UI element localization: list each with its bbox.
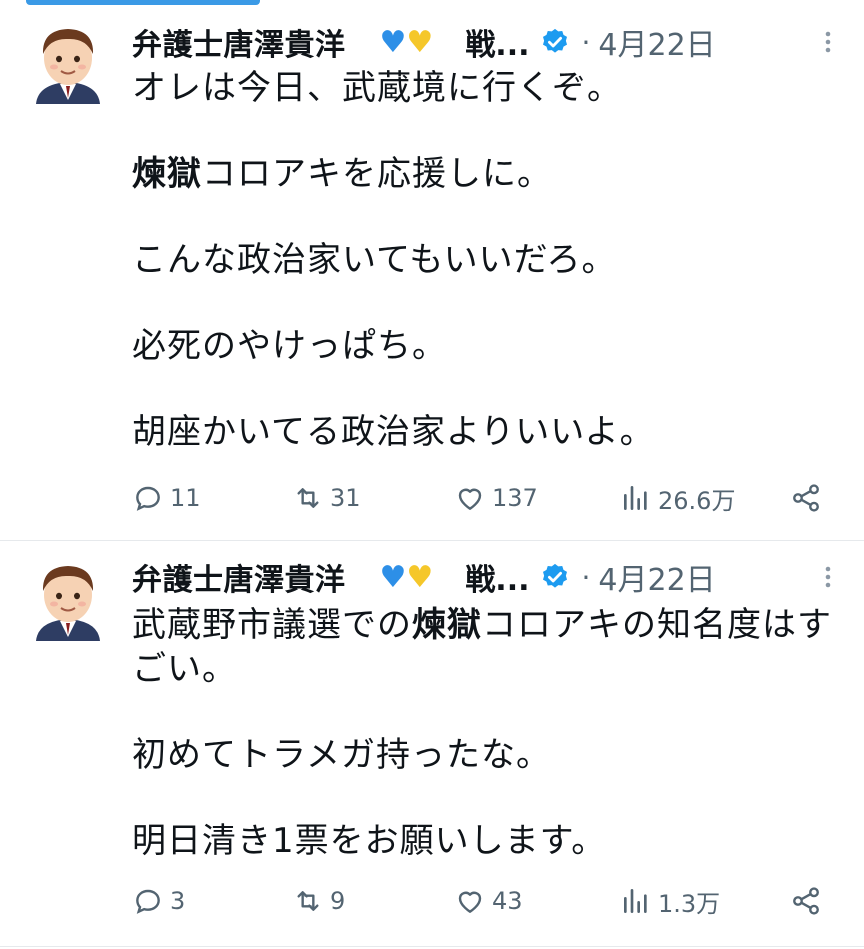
reply-icon xyxy=(136,889,160,914)
retweet-icon xyxy=(297,891,319,911)
views-button[interactable]: 1.3万 xyxy=(620,884,720,919)
like-count: 43 xyxy=(492,887,523,915)
separator-dot: · xyxy=(581,25,591,59)
tweet-header: 弁護士唐澤貴洋 ♥♥ 戦... · 4月22日 xyxy=(132,20,844,64)
like-icon xyxy=(458,891,482,913)
reply-button[interactable]: 3 xyxy=(132,885,185,917)
views-icon xyxy=(624,889,647,913)
reply-count: 11 xyxy=(170,484,201,512)
heart-emojis-icon: ♥♥ xyxy=(379,559,434,595)
views-count: 1.3万 xyxy=(658,889,721,918)
tweet-text-span: コロアキを応援しに。 xyxy=(202,154,552,194)
views-icon xyxy=(624,486,647,510)
tweet-paragraph: 胡座かいてる政治家よりいいよ。 xyxy=(132,412,655,452)
tweet-actions: 3 9 43 1.3万 xyxy=(132,881,844,921)
like-button[interactable]: 137 xyxy=(454,482,538,514)
share-button[interactable] xyxy=(790,482,822,514)
tweet-text: 武蔵野市議選での煉獄コロアキの知名度はすごい。 初めてトラメガ持ったな。 明日清… xyxy=(132,603,852,863)
tweet-date[interactable]: 4月22日 xyxy=(598,20,715,64)
author-name[interactable]: 弁護士唐澤貴洋 xyxy=(132,555,346,599)
bold-text: 煉獄 xyxy=(412,605,482,645)
more-icon[interactable] xyxy=(818,28,838,56)
tweet-paragraph: 初めてトラメガ持ったな。 xyxy=(132,735,551,775)
retweet-button[interactable]: 31 xyxy=(292,482,361,514)
separator-dot: · xyxy=(581,560,591,594)
tweet-paragraph: 武蔵野市議選での煉獄コロアキの知名度はすごい。 xyxy=(132,603,852,691)
reply-icon xyxy=(136,486,160,511)
retweet-count: 9 xyxy=(330,887,346,915)
views-button[interactable]: 26.6万 xyxy=(620,481,735,516)
views-count: 26.6万 xyxy=(658,486,736,515)
more-icon[interactable] xyxy=(818,563,838,591)
verified-badge-icon xyxy=(542,28,567,53)
tweet-paragraph: 煉獄コロアキを応援しに。 xyxy=(132,152,852,196)
like-button[interactable]: 43 xyxy=(454,885,523,917)
like-icon xyxy=(458,488,482,510)
author-name-suffix[interactable]: 戦... xyxy=(465,555,529,599)
tweet-paragraph: 明日清き1票をお願いします。 xyxy=(132,821,607,861)
avatar[interactable] xyxy=(34,561,102,641)
tweet-paragraph: 必死のやけっぱち。 xyxy=(132,326,447,366)
tweet[interactable]: 弁護士唐澤貴洋 ♥♥ 戦... · 4月22日 武蔵野市議選での煉獄コロアキの知… xyxy=(0,541,864,947)
verified-badge-icon xyxy=(542,563,567,588)
like-count: 137 xyxy=(492,484,538,512)
tweet-paragraph: オレは今日、武蔵境に行くぞ。 xyxy=(132,68,622,108)
tweet-date[interactable]: 4月22日 xyxy=(598,555,715,599)
share-icon xyxy=(793,484,819,512)
avatar[interactable] xyxy=(34,24,102,104)
tweet-header: 弁護士唐澤貴洋 ♥♥ 戦... · 4月22日 xyxy=(132,555,844,599)
reply-count: 3 xyxy=(170,887,186,915)
tweet-actions: 11 31 137 26.6万 xyxy=(132,478,844,518)
heart-emojis-icon: ♥♥ xyxy=(379,24,434,60)
author-name[interactable]: 弁護士唐澤貴洋 xyxy=(132,20,346,64)
retweet-count: 31 xyxy=(330,484,361,512)
share-icon xyxy=(793,887,819,915)
share-button[interactable] xyxy=(790,885,822,917)
tweet-text: オレは今日、武蔵境に行くぞ。 煉獄コロアキを応援しに。 こんな政治家いてもいいだ… xyxy=(132,66,852,454)
author-name-suffix[interactable]: 戦... xyxy=(465,20,529,64)
tweet-paragraph: こんな政治家いてもいいだろ。 xyxy=(132,240,617,280)
tweet[interactable]: 弁護士唐澤貴洋 ♥♥ 戦... · 4月22日 オレは今日、武蔵境に行くぞ。 煉… xyxy=(0,0,864,541)
retweet-icon xyxy=(297,488,319,508)
retweet-button[interactable]: 9 xyxy=(292,885,345,917)
bold-text: 煉獄 xyxy=(132,154,202,194)
reply-button[interactable]: 11 xyxy=(132,482,201,514)
tweet-text-span: 武蔵野市議選での xyxy=(132,605,412,645)
